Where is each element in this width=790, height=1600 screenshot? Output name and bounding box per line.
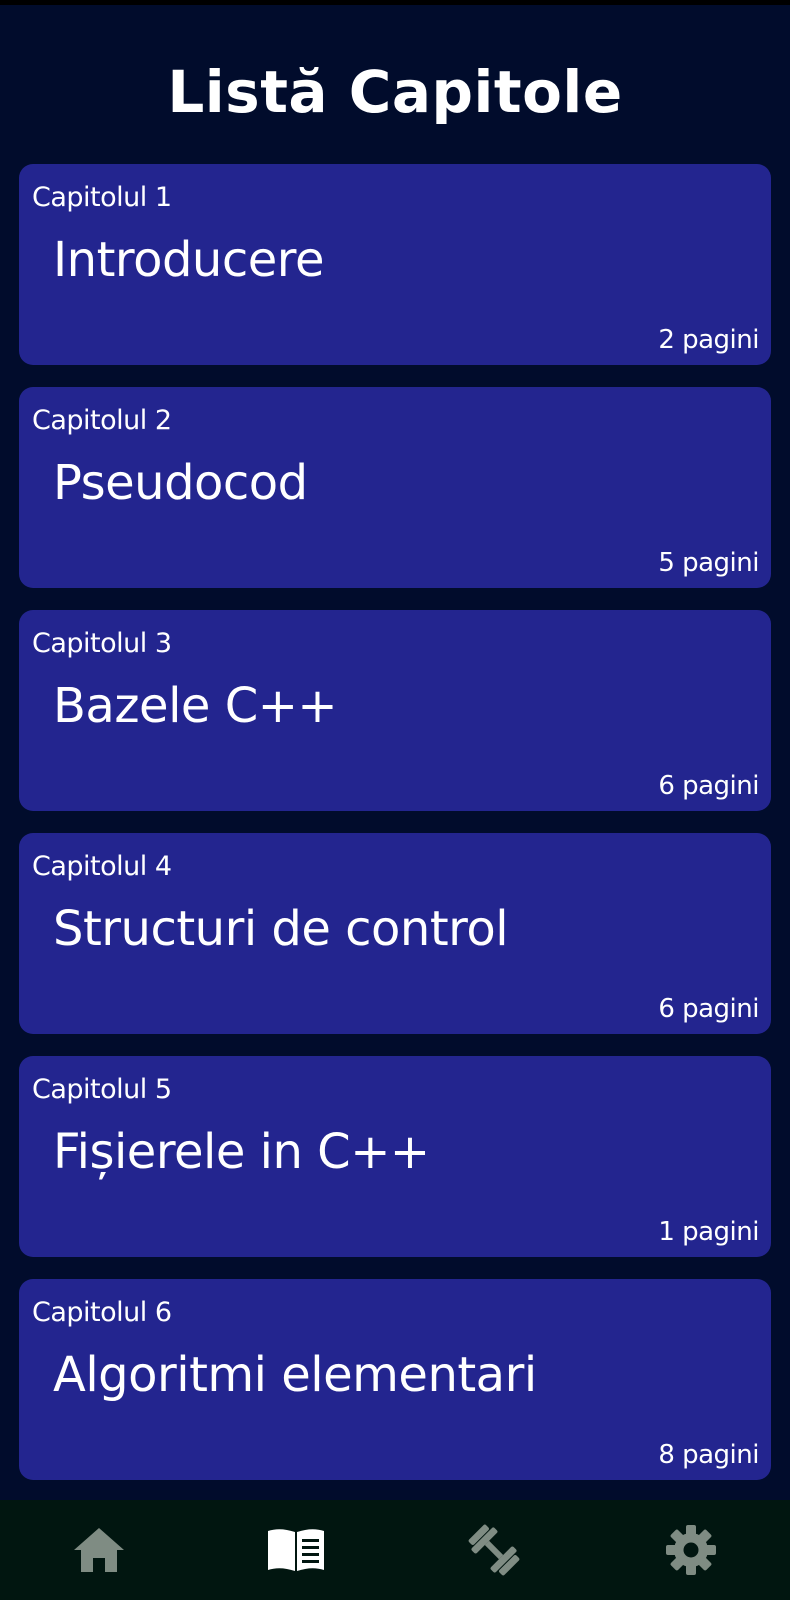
chapter-page-count: 5 pagini <box>658 548 759 578</box>
chapter-card-2[interactable]: Capitolul 2 Pseudocod 5 pagini <box>19 387 771 588</box>
chapter-page-count: 6 pagini <box>658 994 759 1024</box>
chapter-number: Capitolul 2 <box>32 405 172 436</box>
chapter-card-3[interactable]: Capitolul 3 Bazele C++ 6 pagini <box>19 610 771 811</box>
chapter-title: Pseudocod <box>53 455 308 511</box>
nav-home-button[interactable] <box>39 1500 159 1600</box>
page-title: Listă Capitole <box>167 58 623 126</box>
chapter-card-5[interactable]: Capitolul 5 Fișierele in C++ 1 pagini <box>19 1056 771 1257</box>
chapter-title: Algoritmi elementari <box>53 1347 537 1403</box>
dumbbell-icon <box>468 1524 520 1576</box>
chapter-number: Capitolul 1 <box>32 182 172 213</box>
nav-exercises-button[interactable] <box>434 1500 554 1600</box>
chapter-list: Capitolul 1 Introducere 2 pagini Capitol… <box>19 164 771 1502</box>
chapter-card-1[interactable]: Capitolul 1 Introducere 2 pagini <box>19 164 771 365</box>
chapter-title: Structuri de control <box>53 901 509 957</box>
bottom-navigation <box>0 1500 790 1600</box>
app-screen: Listă Capitole Capitolul 1 Introducere 2… <box>0 0 790 1600</box>
chapter-card-4[interactable]: Capitolul 4 Structuri de control 6 pagin… <box>19 833 771 1034</box>
chapter-number: Capitolul 6 <box>32 1297 172 1328</box>
chapter-page-count: 8 pagini <box>658 1440 759 1470</box>
home-icon <box>73 1528 124 1572</box>
chapter-number: Capitolul 4 <box>32 851 172 882</box>
chapter-page-count: 6 pagini <box>658 771 759 801</box>
nav-settings-button[interactable] <box>631 1500 751 1600</box>
chapter-page-count: 1 pagini <box>658 1217 759 1247</box>
chapter-title: Introducere <box>53 232 324 288</box>
status-bar <box>0 0 790 5</box>
chapter-page-count: 2 pagini <box>658 325 759 355</box>
book-icon <box>268 1529 325 1571</box>
chapter-title: Fișierele in C++ <box>53 1124 430 1180</box>
chapter-number: Capitolul 5 <box>32 1074 172 1105</box>
chapter-number: Capitolul 3 <box>32 628 172 659</box>
nav-chapters-button[interactable] <box>236 1500 356 1600</box>
gear-icon <box>666 1525 717 1575</box>
chapter-card-6[interactable]: Capitolul 6 Algoritmi elementari 8 pagin… <box>19 1279 771 1480</box>
chapter-title: Bazele C++ <box>53 678 338 734</box>
